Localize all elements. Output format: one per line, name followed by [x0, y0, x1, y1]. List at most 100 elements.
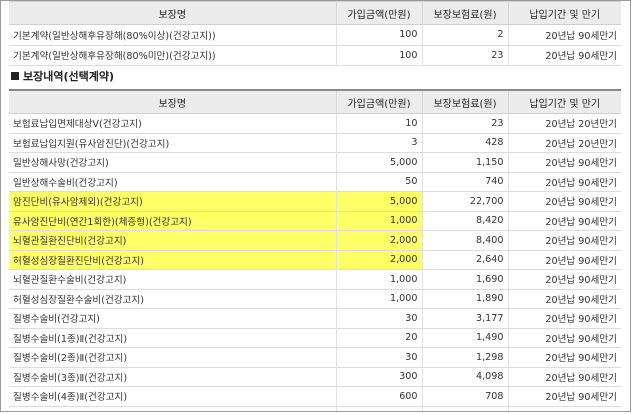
- table-row: 질병수술비(4종)Ⅱ(건강고지) 600 708 20년납 90세만기: [9, 386, 621, 407]
- premium-cell: 708: [422, 386, 509, 407]
- coverage-name-cell: 질병수술비(3종)Ⅱ(건강고지): [9, 367, 337, 387]
- table-header-row: 보장명 가입금액(만원) 보장보험료(원) 납입기간 및 만기: [9, 1, 621, 25]
- coverage-name-cell: 질병수술비(건강고지): [9, 308, 337, 329]
- period-cell: 20년납 90세만기: [508, 347, 621, 368]
- header-period: 납입기간 및 만기: [508, 89, 621, 114]
- table-row: 질병수술비(건강고지) 30 3,177 20년납 90세만기: [9, 308, 621, 329]
- coverage-name-cell: 기본계약(일반상해후유장해(80%미만)(건강고지)): [9, 45, 337, 66]
- period-cell: 20년납 90세만기: [508, 250, 621, 270]
- coverage-name-cell: 보험료납입지원(유사암진단)(건강고지): [9, 133, 337, 153]
- premium-cell: 8,400: [422, 230, 509, 251]
- period-cell: 20년납 20년만기: [508, 113, 621, 134]
- premium-cell: 1,298: [422, 347, 509, 368]
- period-cell: 20년납 90세만기: [508, 211, 621, 231]
- header-coverage-name: 보장명: [9, 1, 337, 25]
- coverage-name-cell: 질병수술비(4종)Ⅱ(건강고지): [9, 386, 337, 407]
- optional-contract-table: 보장명 가입금액(만원) 보장보험료(원) 납입기간 및 만기 보험료납입면제대…: [9, 89, 621, 411]
- period-cell: 20년납 90세만기: [508, 406, 621, 411]
- period-cell: 20년납 90세만기: [508, 269, 621, 290]
- period-cell: 20년납 90세만기: [508, 328, 621, 348]
- table-row: 질병수술비(1종)Ⅱ(건강고지) 20 1,490 20년납 90세만기: [9, 328, 621, 348]
- premium-cell: 23: [422, 45, 509, 66]
- period-cell: 20년납 90세만기: [508, 24, 621, 46]
- table-row: 유사암진단비(연간1회한)(체증형)(건강고지) 1,000 8,420 20년납 9…: [9, 211, 621, 231]
- amount-cell: 5,000: [336, 191, 423, 212]
- premium-cell: 2: [422, 24, 509, 46]
- premium-cell: 2,640: [422, 250, 509, 270]
- square-bullet-icon: [11, 72, 19, 80]
- premium-cell: 23: [422, 113, 509, 134]
- table-row: 일반상해사망(건강고지) 5,000 1,150 20년납 90세만기: [9, 152, 621, 173]
- period-cell: 20년납 90세만기: [508, 152, 621, 173]
- period-cell: 20년납 20년만기: [508, 133, 621, 153]
- amount-cell: 2,000: [336, 230, 423, 251]
- amount-cell: 50: [336, 172, 423, 192]
- premium-cell: 4,098: [422, 367, 509, 387]
- coverage-name-cell: 질병수술비(5종)Ⅱ(건강고지): [9, 406, 337, 411]
- table-row: 뇌혈관질환수술비(건강고지) 1,000 1,690 20년납 90세만기: [9, 269, 621, 290]
- period-cell: 20년납 90세만기: [508, 289, 621, 309]
- amount-cell: 30: [336, 347, 423, 368]
- table-row: 질병수술비(2종)Ⅱ(건강고지) 30 1,298 20년납 90세만기: [9, 347, 621, 368]
- premium-cell: 3,177: [422, 308, 509, 329]
- header-period: 납입기간 및 만기: [508, 1, 621, 25]
- table-row: 질병수술비(5종)Ⅱ(건강고지)8008,46620년납 90세만기: [9, 406, 621, 411]
- header-premium: 보장보험료(원): [422, 89, 509, 114]
- header-amount: 가입금액(만원): [336, 1, 423, 25]
- amount-cell: 5,000: [336, 152, 423, 173]
- premium-cell: 1,690: [422, 269, 509, 290]
- amount-cell: 100: [336, 24, 423, 46]
- period-cell: 20년납 90세만기: [508, 230, 621, 251]
- table-row: 뇌혈관질환진단비(건강고지) 2,000 8,400 20년납 90세만기: [9, 230, 621, 251]
- document-frame: 보장명 가입금액(만원) 보장보험료(원) 납입기간 및 만기 기본계약(일반상…: [0, 0, 631, 412]
- period-cell: 20년납 90세만기: [508, 191, 621, 212]
- premium-cell: 8,466: [422, 406, 509, 411]
- coverage-name-cell: 허혈성심장질환수술비(건강고지): [9, 289, 337, 309]
- coverage-name-cell: 유사암진단비(연간1회한)(체증형)(건강고지): [9, 211, 337, 231]
- premium-cell: 22,700: [422, 191, 509, 212]
- table-row: 기본계약(일반상해후유장해(80%이상)(건강고지)) 100 2 20년납 90세만…: [9, 24, 621, 46]
- coverage-name-cell: 일반상해사망(건강고지): [9, 152, 337, 173]
- coverage-name-cell: 질병수술비(2종)Ⅱ(건강고지): [9, 347, 337, 368]
- coverage-name-cell: 뇌혈관질환진단비(건강고지): [9, 230, 337, 251]
- amount-cell: 10: [336, 113, 423, 134]
- amount-cell: 1,000: [336, 269, 423, 290]
- table-row: 일반상해수술비(건강고지) 50 740 20년납 90세만기: [9, 172, 621, 192]
- header-premium: 보장보험료(원): [422, 1, 509, 25]
- section-title-text: 보장내역(선택계약): [23, 70, 115, 83]
- amount-cell: 20: [336, 328, 423, 348]
- basic-contract-table: 보장명 가입금액(만원) 보장보험료(원) 납입기간 및 만기 기본계약(일반상…: [9, 1, 621, 66]
- period-cell: 20년납 90세만기: [508, 45, 621, 66]
- period-cell: 20년납 90세만기: [508, 367, 621, 387]
- table-header-row: 보장명 가입금액(만원) 보장보험료(원) 납입기간 및 만기: [9, 89, 621, 114]
- table-row: 허혈성심장질환진단비(건강고지) 2,000 2,640 20년납 90세만기: [9, 250, 621, 270]
- premium-cell: 8,420: [422, 211, 509, 231]
- coverage-name-cell: 허혈성심장질환진단비(건강고지): [9, 250, 337, 270]
- premium-cell: 428: [422, 133, 509, 153]
- amount-cell: 3: [336, 133, 423, 153]
- table-row: 보험료납입지원(유사암진단)(건강고지) 3 428 20년납 20년만기: [9, 133, 621, 153]
- amount-cell: 300: [336, 367, 423, 387]
- premium-cell: 740: [422, 172, 509, 192]
- amount-cell: 800: [336, 406, 423, 411]
- period-cell: 20년납 90세만기: [508, 308, 621, 329]
- coverage-name-cell: 뇌혈관질환수술비(건강고지): [9, 269, 337, 290]
- amount-cell: 600: [336, 386, 423, 407]
- amount-cell: 1,000: [336, 211, 423, 231]
- premium-cell: 1,490: [422, 328, 509, 348]
- period-cell: 20년납 90세만기: [508, 172, 621, 192]
- table-row: 보험료납입면제대상Ⅴ(건강고지) 10 23 20년납 20년만기: [9, 113, 621, 134]
- coverage-name-cell: 일반상해수술비(건강고지): [9, 172, 337, 192]
- section-title: 보장내역(선택계약): [11, 68, 114, 84]
- table-row: 암진단비(유사암제외)(건강고지) 5,000 22,700 20년납 90세만기: [9, 191, 621, 212]
- header-amount: 가입금액(만원): [336, 89, 423, 114]
- coverage-name-cell: 기본계약(일반상해후유장해(80%이상)(건강고지)): [9, 24, 337, 46]
- period-cell: 20년납 90세만기: [508, 386, 621, 407]
- table-row: 기본계약(일반상해후유장해(80%미만)(건강고지)) 100 23 20년납 90세…: [9, 45, 621, 66]
- coverage-name-cell: 암진단비(유사암제외)(건강고지): [9, 191, 337, 212]
- table-row: 질병수술비(3종)Ⅱ(건강고지) 300 4,098 20년납 90세만기: [9, 367, 621, 387]
- header-coverage-name: 보장명: [9, 89, 337, 114]
- amount-cell: 100: [336, 45, 423, 66]
- premium-cell: 1,150: [422, 152, 509, 173]
- coverage-name-cell: 보험료납입면제대상Ⅴ(건강고지): [9, 113, 337, 134]
